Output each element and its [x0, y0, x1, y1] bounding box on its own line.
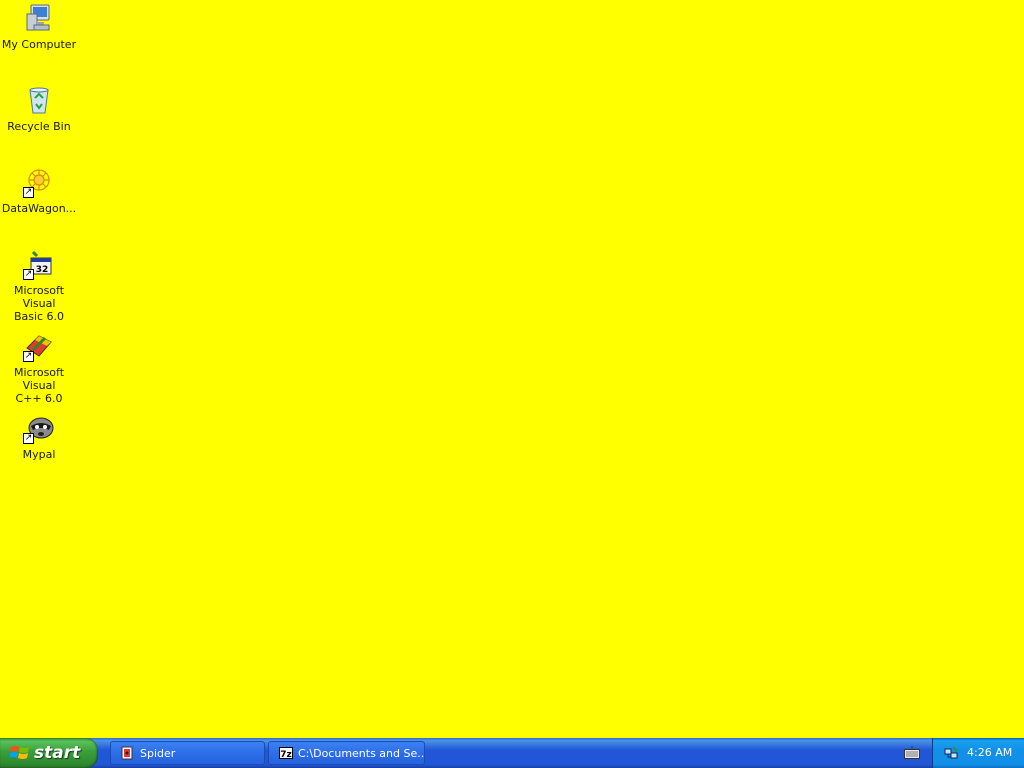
start-button[interactable]: start	[0, 738, 98, 768]
desktop-icon-label: Recycle Bin	[7, 120, 71, 133]
desktop-icon-datawagon[interactable]: ↗ DataWagon...	[0, 166, 78, 215]
my-computer-icon	[23, 2, 55, 34]
visual-cpp-icon: ↗	[23, 330, 55, 362]
taskbar-button-7zip[interactable]: 7z C:\Documents and Se...	[268, 741, 425, 765]
start-label: start	[34, 743, 81, 763]
desktop-icon-visual-basic[interactable]: 32 ↗ Microsoft Visual Basic 6.0	[0, 248, 78, 323]
system-tray: 4:26 AM	[932, 738, 1024, 768]
recycle-bin-icon	[23, 84, 55, 116]
mypal-icon: ↗	[23, 412, 55, 444]
spider-solitaire-icon	[121, 746, 135, 760]
clock[interactable]: 4:26 AM	[967, 746, 1012, 759]
desktop-icon-my-computer[interactable]: My Computer	[0, 2, 78, 51]
desktop-icon-recycle-bin[interactable]: Recycle Bin	[0, 84, 78, 133]
desktop-icon-label: My Computer	[1, 38, 77, 51]
shortcut-arrow-icon: ↗	[23, 433, 34, 444]
task-label: Spider	[140, 746, 176, 760]
desktop-icon-label: DataWagon...	[1, 202, 77, 215]
desktop-icon-mypal[interactable]: ↗ Mypal	[0, 412, 78, 461]
desktop[interactable]	[0, 0, 1024, 738]
svg-text:7z: 7z	[280, 750, 292, 760]
desktop-icon-label: Microsoft Visual C++ 6.0	[13, 366, 65, 405]
shortcut-arrow-icon: ↗	[23, 187, 34, 198]
task-label: C:\Documents and Se...	[298, 746, 425, 760]
desktop-icon-visual-cpp[interactable]: ↗ Microsoft Visual C++ 6.0	[0, 330, 78, 405]
windows-logo-icon	[10, 746, 29, 759]
shortcut-arrow-icon: ↗	[23, 269, 34, 280]
7zip-icon: 7z	[279, 746, 293, 760]
network-icon[interactable]	[943, 745, 959, 761]
svg-text:32: 32	[36, 265, 49, 275]
desktop-icon-label: Microsoft Visual Basic 6.0	[13, 284, 65, 323]
datawagon-icon: ↗	[23, 166, 55, 198]
taskbar-button-spider[interactable]: Spider	[110, 741, 265, 765]
shortcut-arrow-icon: ↗	[23, 351, 34, 362]
desktop-icon-label: Mypal	[22, 448, 56, 461]
keyboard-icon[interactable]	[904, 746, 920, 760]
visual-basic-icon: 32 ↗	[23, 248, 55, 280]
taskbar: start Spider 7z C:\Documents and Se... 4…	[0, 738, 1024, 768]
